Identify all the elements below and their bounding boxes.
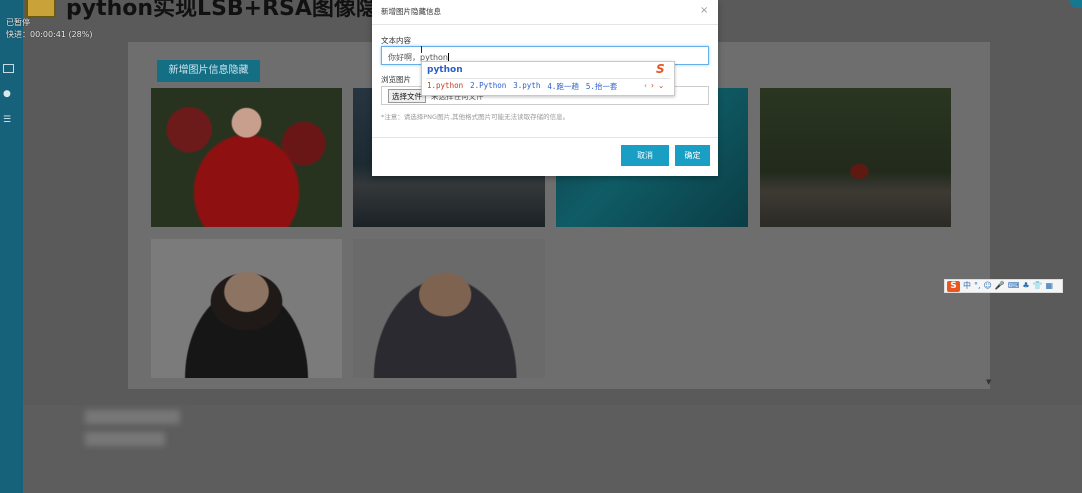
ime-candidate[interactable]: 5.抬一套 xyxy=(586,81,618,92)
scroll-down-icon[interactable]: ▼ xyxy=(986,378,991,386)
ime-emoji-icon[interactable]: ☺ xyxy=(984,280,992,292)
input-committed-text: 你好啊， xyxy=(388,53,420,62)
browse-image-label: 浏览图片 xyxy=(381,75,411,84)
sogou-logo-icon[interactable]: S xyxy=(947,280,960,292)
dialog-title: 新增图片隐藏信息 xyxy=(381,7,441,16)
ime-candidate-popup: python S 1.python 2.Python 3.pyth 4.跑一趟 … xyxy=(421,61,675,96)
user-menu-button[interactable] xyxy=(1070,0,1082,8)
left-sidebar: ● ☰ xyxy=(0,0,23,493)
expand-candidates-icon[interactable]: ⌄ xyxy=(658,81,664,90)
blurred-footer-item xyxy=(85,432,165,446)
blurred-footer-item xyxy=(85,410,180,424)
cancel-button[interactable]: 取消 xyxy=(621,145,669,166)
add-image-hide-button[interactable]: 新增图片信息隐藏 xyxy=(157,60,260,82)
confirm-button[interactable]: 确定 xyxy=(675,145,710,166)
footer-area xyxy=(23,405,1082,493)
page-title: python实现LSB+RSA图像隐藏 xyxy=(66,0,400,21)
app-logo-icon xyxy=(26,0,56,18)
ime-composition-text: python xyxy=(427,65,463,75)
ime-keyboard-icon[interactable]: ⌨ xyxy=(1008,280,1020,292)
grid-icon[interactable] xyxy=(3,64,14,73)
ime-voice-icon[interactable]: 🎤 xyxy=(995,280,1005,292)
list-icon[interactable]: ☰ xyxy=(3,115,17,125)
ime-punctuation-icon[interactable]: °, xyxy=(974,280,981,292)
photo-woman-portrait[interactable] xyxy=(151,239,342,378)
photo-woman-in-water[interactable] xyxy=(760,88,951,227)
ime-toolbox-icon[interactable]: ▦ xyxy=(1046,280,1054,292)
close-icon[interactable]: × xyxy=(700,5,708,16)
dialog-header: 新增图片隐藏信息 × xyxy=(372,0,718,25)
text-cursor-icon: I xyxy=(420,45,423,56)
photo-man-portrait[interactable] xyxy=(353,239,545,378)
png-note: *注意：请选择PNG图片,其他格式图片可能无法读取存储的信息。 xyxy=(381,113,570,121)
ime-divider xyxy=(426,78,670,79)
ime-candidate[interactable]: 1.python xyxy=(427,81,463,92)
ime-candidate-list: 1.python 2.Python 3.pyth 4.跑一趟 5.抬一套 xyxy=(427,81,617,92)
ime-candidate[interactable]: 2.Python xyxy=(470,81,506,92)
text-content-label: 文本内容 xyxy=(381,36,411,45)
ime-candidate[interactable]: 4.跑一趟 xyxy=(547,81,579,92)
location-pin-icon[interactable]: ● xyxy=(3,89,17,99)
ime-tools-icon[interactable]: ♣ xyxy=(1022,280,1029,292)
next-page-icon[interactable]: › xyxy=(651,81,654,90)
ime-skin-icon[interactable]: 👕 xyxy=(1033,280,1043,292)
photo-woman-flower-crown[interactable] xyxy=(151,88,342,227)
dialog-footer-divider xyxy=(372,137,718,138)
ime-candidate[interactable]: 3.pyth xyxy=(513,81,540,92)
sogou-logo-icon: S xyxy=(656,62,665,76)
ime-candidate-nav: ‹ › ⌄ xyxy=(644,81,664,90)
fast-forward-status-text: 快进：00:00:41 (28%) xyxy=(6,30,93,39)
prev-page-icon[interactable]: ‹ xyxy=(644,81,647,90)
ime-toolbar: S 中 °, ☺ 🎤 ⌨ ♣ 👕 ▦ xyxy=(944,279,1063,293)
ime-chinese-mode[interactable]: 中 xyxy=(963,280,971,292)
